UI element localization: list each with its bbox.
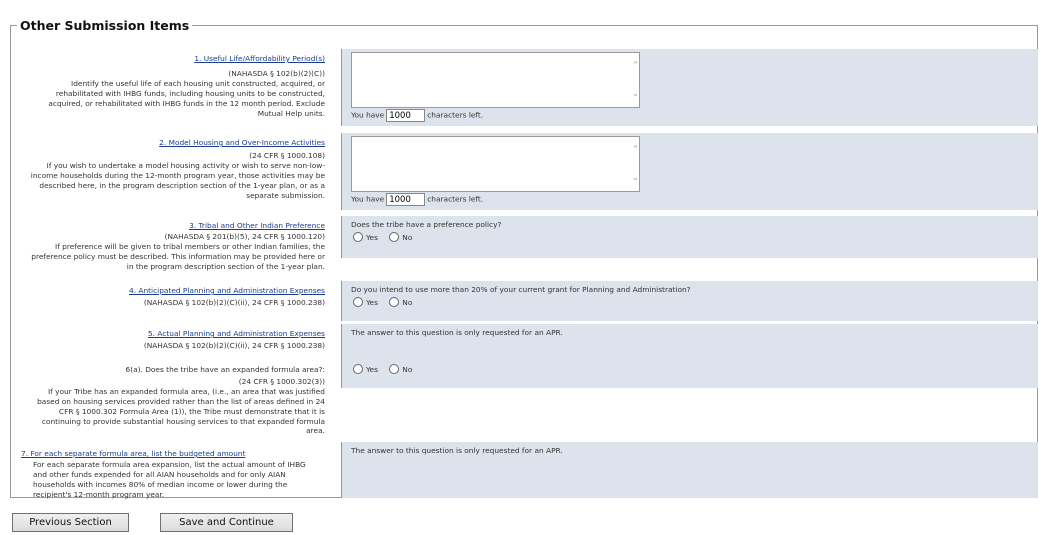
item-expanded-formula-area: 6(a). Does the tribe have an expanded fo… (11, 358, 1039, 443)
formula-area-budget-link[interactable]: 7. For each separate formula area, list … (21, 449, 245, 458)
useful-life-answer: ⌃ ⌄ You havecharacters left. (341, 49, 1038, 126)
useful-life-char-counter: You havecharacters left. (351, 109, 483, 122)
anticipated-pa-citation: (NAHASDA § 102(b)(2)(C)(ii), 24 CFR § 10… (143, 297, 325, 307)
chevron-down-icon[interactable]: ⌄ (632, 173, 640, 183)
expanded-formula-description: If your Tribe has an expanded formula ar… (37, 386, 325, 436)
chevron-down-icon[interactable]: ⌄ (632, 89, 640, 99)
anticipated-pa-answer: Do you intend to use more than 20% of yo… (341, 281, 1038, 321)
expanded-formula-no[interactable]: No (389, 364, 412, 374)
item-tribal-preference: 3. Tribal and Other Indian Preference (N… (11, 216, 1039, 278)
model-housing-textarea[interactable] (351, 136, 640, 192)
tribal-preference-question: Does the tribe have a preference policy? (351, 220, 502, 229)
model-housing-answer: ⌃ ⌄ You havecharacters left. (341, 133, 1038, 210)
expanded-formula-yes[interactable]: Yes (353, 364, 378, 374)
chevron-up-icon[interactable]: ⌃ (632, 145, 640, 155)
useful-life-chars-left[interactable] (386, 109, 426, 122)
actual-pa-citation: (NAHASDA § 102(b)(2)(C)(ii), 24 CFR § 10… (143, 340, 325, 350)
tribal-preference-answer: Does the tribe have a preference policy?… (341, 216, 1038, 258)
item-formula-area-budget: 7. For each separate formula area, list … (11, 442, 1039, 500)
anticipated-pa-no[interactable]: No (389, 297, 412, 307)
tribal-preference-radios: Yes No (353, 232, 421, 244)
actual-pa-note: The answer to this question is only requ… (351, 328, 563, 337)
anticipated-pa-link[interactable]: 4. Anticipated Planning and Administrati… (129, 286, 325, 295)
radio-icon[interactable] (389, 232, 400, 242)
useful-life-description: Identify the useful life of each housing… (48, 78, 325, 118)
model-housing-citation: (24 CFR § 1000.108) (249, 150, 325, 160)
save-and-continue-button[interactable]: Save and Continue (160, 513, 293, 532)
formula-area-budget-description: For each separate formula area expansion… (33, 459, 306, 499)
anticipated-pa-yes[interactable]: Yes (353, 297, 378, 307)
useful-life-link[interactable]: 1. Useful Life/Affordability Period(s) (194, 54, 325, 63)
other-submission-items: Other Submission Items 1. Useful Life/Af… (10, 18, 1039, 500)
model-housing-chars-left[interactable] (386, 193, 426, 206)
formula-area-budget-answer: The answer to this question is only requ… (341, 442, 1038, 498)
anticipated-pa-question: Do you intend to use more than 20% of yo… (351, 285, 691, 294)
radio-icon[interactable] (353, 297, 363, 307)
item-model-housing: 2. Model Housing and Over-Income Activit… (11, 133, 1039, 217)
tribal-preference-citation: (NAHASDA § 201(b)(5), 24 CFR § 1000.120) (164, 231, 325, 241)
chevron-up-icon[interactable]: ⌃ (632, 61, 640, 71)
model-housing-description: If you wish to undertake a model housing… (30, 160, 325, 200)
item-useful-life: 1. Useful Life/Affordability Period(s) (… (11, 49, 1039, 142)
section-title: Other Submission Items (20, 18, 190, 33)
tribal-preference-description: If preference will be given to tribal me… (31, 241, 325, 271)
expanded-formula-question: 6(a). Does the tribe have an expanded fo… (125, 365, 325, 374)
anticipated-pa-radios: Yes No (353, 297, 421, 309)
radio-icon[interactable] (389, 364, 400, 374)
radio-icon[interactable] (353, 364, 363, 374)
item-anticipated-pa: 4. Anticipated Planning and Administrati… (11, 281, 1039, 323)
expanded-formula-answer: Yes No (341, 358, 1038, 388)
model-housing-link[interactable]: 2. Model Housing and Over-Income Activit… (159, 138, 325, 147)
tribal-preference-link[interactable]: 3. Tribal and Other Indian Preference (189, 221, 325, 230)
previous-section-button[interactable]: Previous Section (12, 513, 129, 532)
tribal-preference-no[interactable]: No (389, 232, 412, 242)
radio-icon[interactable] (353, 232, 363, 242)
useful-life-citation: (NAHASDA § 102(b)(2)(C)) (228, 68, 325, 78)
formula-area-budget-note: The answer to this question is only requ… (351, 446, 563, 455)
radio-icon[interactable] (389, 297, 400, 307)
model-housing-char-counter: You havecharacters left. (351, 193, 483, 206)
expanded-formula-citation: (24 CFR § 1000.302(3)) (238, 376, 325, 386)
tribal-preference-yes[interactable]: Yes (353, 232, 378, 242)
actual-pa-link[interactable]: 5. Actual Planning and Administration Ex… (148, 329, 325, 338)
useful-life-textarea[interactable] (351, 52, 640, 108)
expanded-formula-radios: Yes No (353, 364, 421, 376)
